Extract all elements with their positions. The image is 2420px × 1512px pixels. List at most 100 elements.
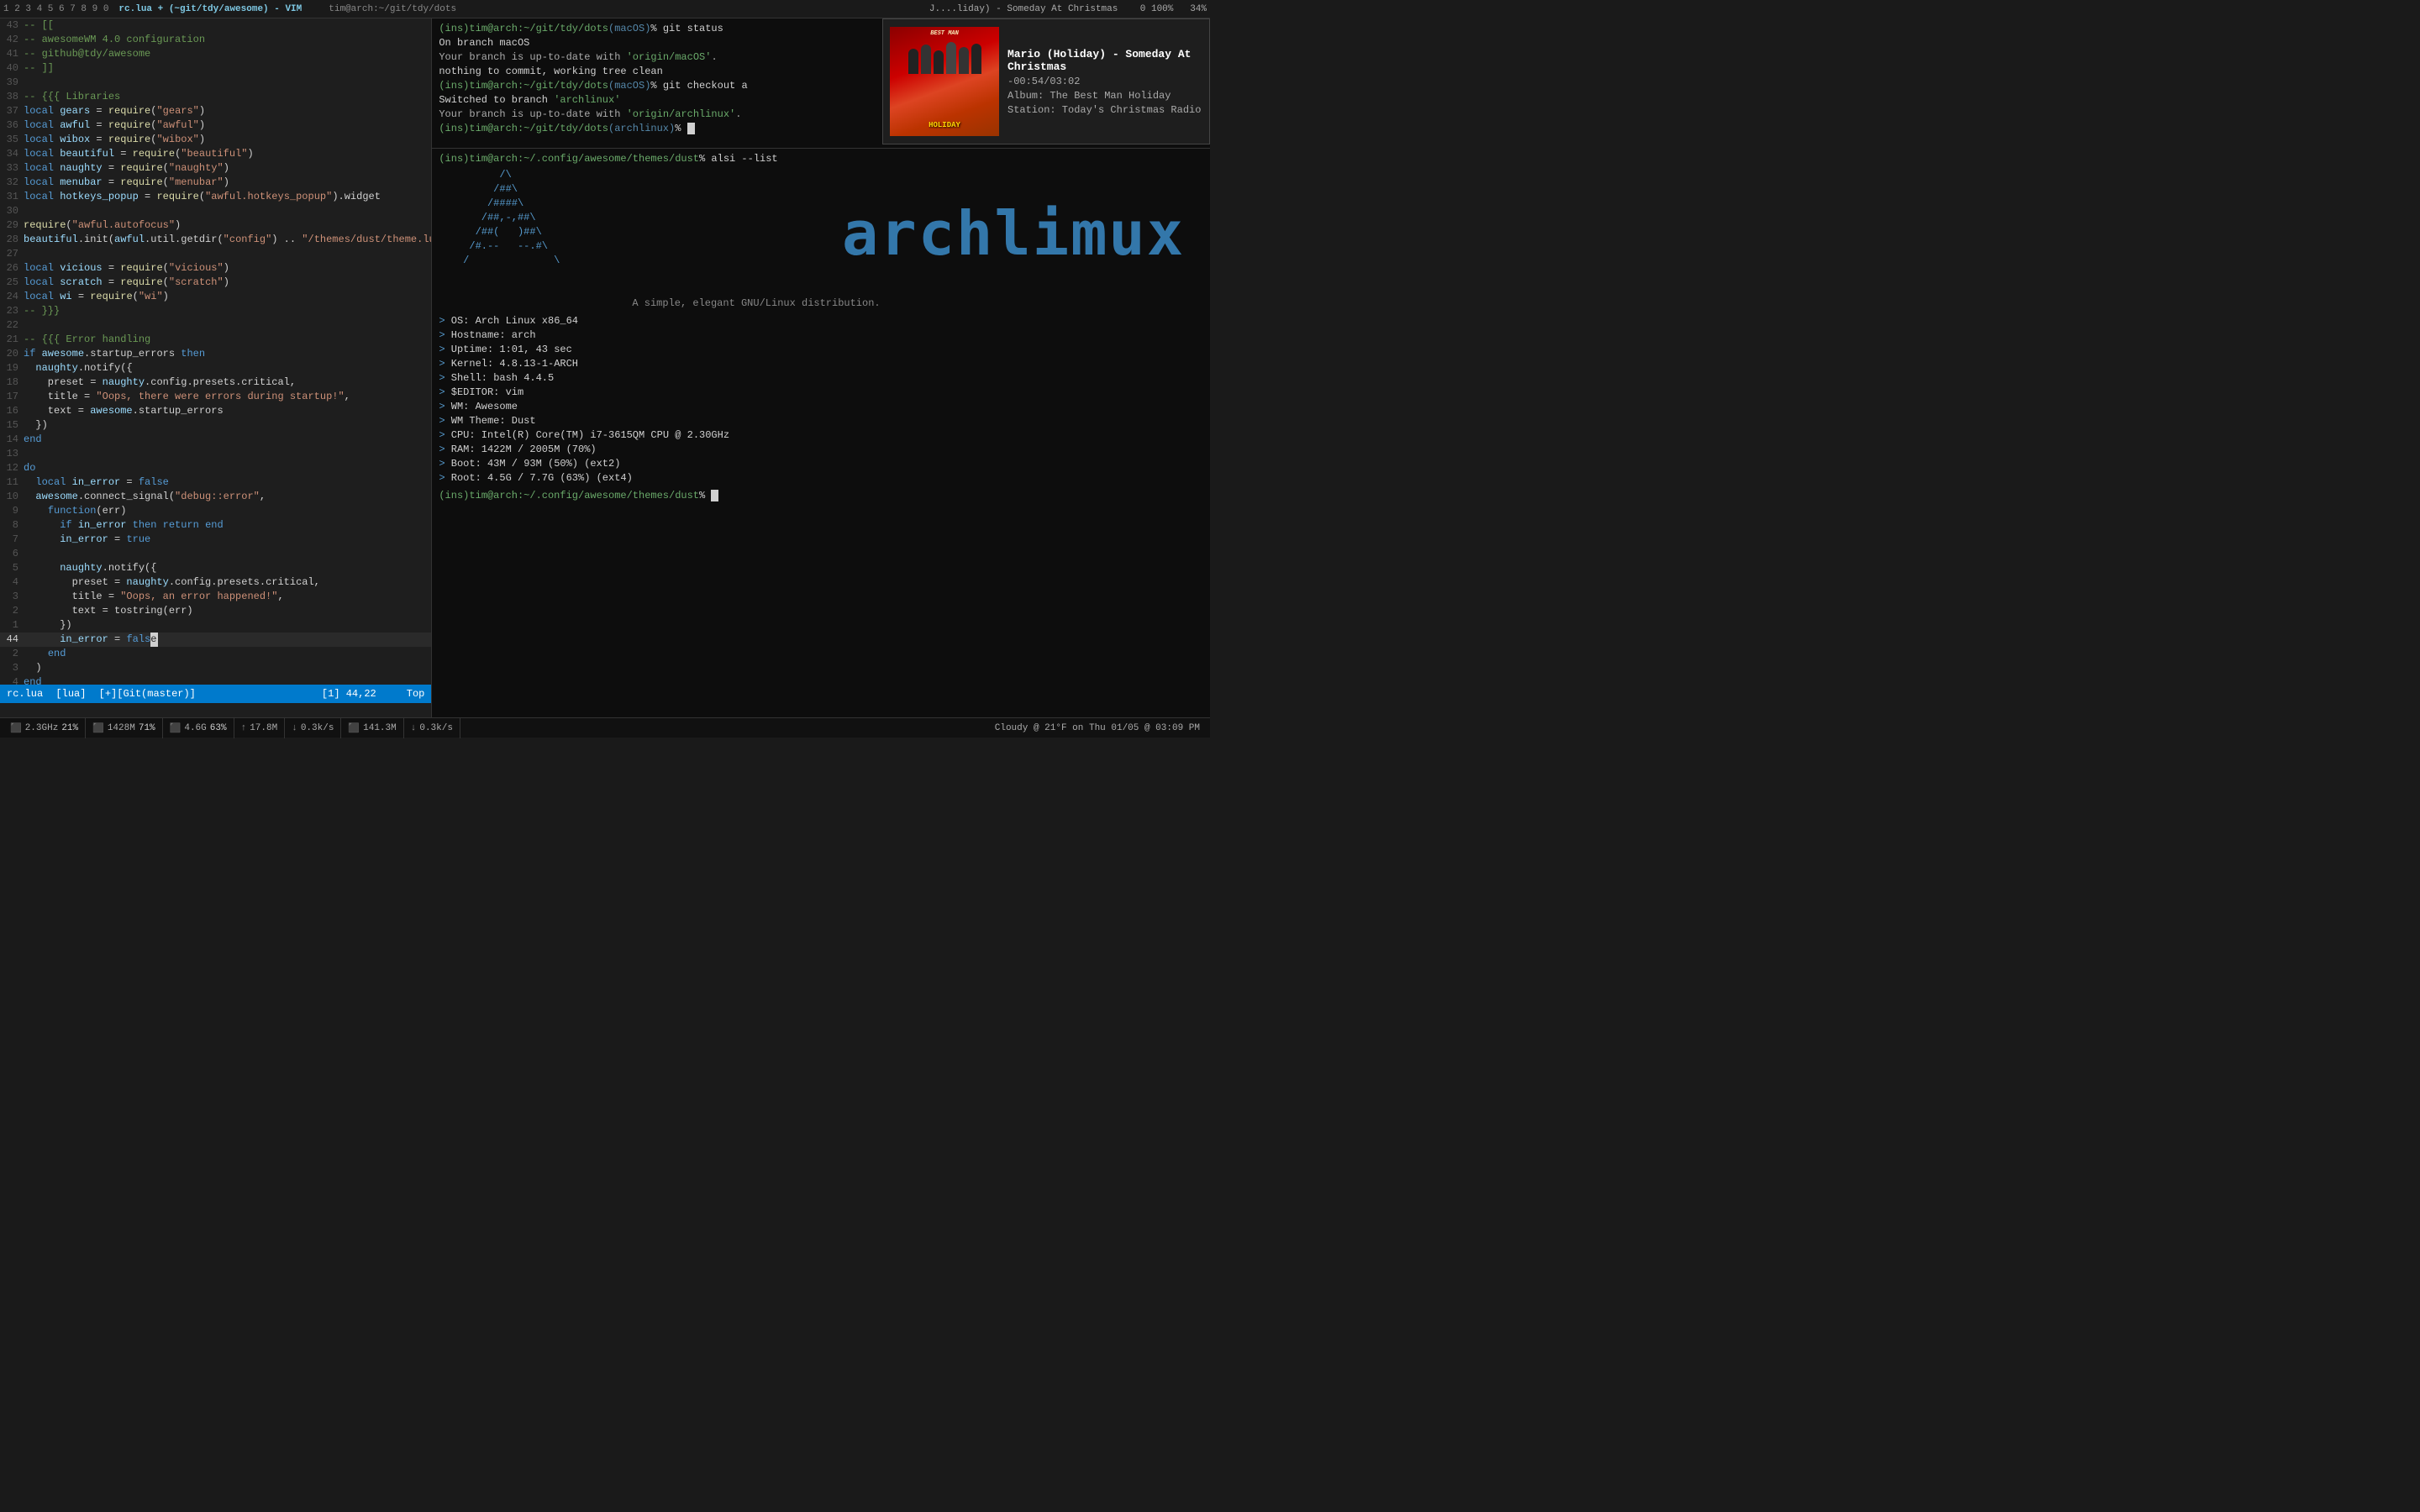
line-content: local naughty = require("naughty"): [24, 161, 431, 176]
sysinfo-line: > RAM: 1422M / 2005M (70%): [439, 443, 1203, 457]
taskbar-net-up: ↑ 17.8M: [234, 718, 286, 738]
line-content: local awful = require("awful"): [24, 118, 431, 133]
line-num: 21: [0, 333, 24, 347]
line-content: if in_error then return end: [24, 518, 431, 533]
line-num: 42: [0, 33, 24, 47]
line-num: 43: [0, 18, 24, 33]
line-content: end: [24, 433, 431, 447]
line-content: local in_error = false: [24, 475, 431, 490]
statusbar-filetype: [lua]: [55, 688, 86, 700]
line-num: 36: [0, 118, 24, 133]
line-content: [24, 247, 431, 261]
taskbar-disk: ⬛ 4.6G 63%: [163, 718, 234, 738]
line-num: 10: [0, 490, 24, 504]
line-content: preset = naughty.config.presets.critical…: [24, 375, 431, 390]
vim-code-area: 43-- [[ 42-- awesomeWM 4.0 configuration…: [0, 18, 431, 685]
svg-text:archlimux: archlimux: [842, 198, 1185, 269]
line-content: naughty.notify({: [24, 361, 431, 375]
line-num: 11: [0, 475, 24, 490]
taskbar-net-down: ↓ 0.3k/s: [285, 718, 341, 738]
line-num: 26: [0, 261, 24, 276]
music-station: Station: Today's Christmas Radio: [1007, 104, 1202, 116]
tag-numbers[interactable]: 1 2 3 4 5 6 7 8 9 0: [3, 4, 108, 14]
topbar-right: J....liday) - Someday At Christmas 0 100…: [929, 4, 1207, 14]
arch-logo-svg: archlimux: [842, 192, 1203, 276]
arch-logo-text: archlimux A simple, elegant GNU/Linux di…: [623, 168, 1203, 309]
sysinfo-line: > Uptime: 1:01, 43 sec: [439, 343, 1203, 357]
line-num: 16: [0, 404, 24, 418]
vim-title: rc.lua + (~git/tdy/awesome) - VIM: [118, 4, 302, 14]
taskbar-cpu: ⬛ 2.3GHz 21%: [3, 718, 86, 738]
line-content: ): [24, 661, 431, 675]
line-num: 9: [0, 504, 24, 518]
line-content: local beautiful = require("beautiful"): [24, 147, 431, 161]
line-num: 8: [0, 518, 24, 533]
line-content: [24, 447, 431, 461]
final-prompt: (ins)tim@arch:~/.config/awesome/themes/d…: [439, 489, 1203, 503]
terminal-lower[interactable]: (ins)tim@arch:~/.config/awesome/themes/d…: [432, 149, 1210, 717]
line-content: [24, 547, 431, 561]
line-content: naughty.notify({: [24, 561, 431, 575]
sysinfo-line: > WM Theme: Dust: [439, 414, 1203, 428]
line-num: 30: [0, 204, 24, 218]
sysinfo-line: > OS: Arch Linux x86_64: [439, 314, 1203, 328]
mem2-icon: ⬛: [348, 722, 360, 734]
line-num: 32: [0, 176, 24, 190]
line-content: [24, 318, 431, 333]
line-content: title = "Oops, there were errors during …: [24, 390, 431, 404]
line-num: 33: [0, 161, 24, 176]
disk-icon: ⬛: [170, 722, 182, 734]
line-num: 7: [0, 533, 24, 547]
sysinfo-line: > $EDITOR: vim: [439, 386, 1203, 400]
user-host: tim@arch:~/git/tdy/dots: [329, 4, 456, 14]
terminal-upper[interactable]: (ins)tim@arch:~/git/tdy/dots(macOS)% git…: [432, 18, 1210, 149]
statusbar-position: [1] 44,22: [322, 688, 376, 700]
topbar: 1 2 3 4 5 6 7 8 9 0 rc.lua + (~git/tdy/a…: [0, 0, 1210, 18]
battery-indicator: 34%: [1190, 4, 1207, 14]
statusbar-right: [1] 44,22 Top: [322, 688, 424, 700]
line-num: 28: [0, 233, 24, 247]
sysinfo-line: > WM: Awesome: [439, 400, 1203, 414]
line-content: }): [24, 418, 431, 433]
line-num-current: 44: [0, 633, 24, 647]
line-num: 3: [0, 661, 24, 675]
line-num: 37: [0, 104, 24, 118]
sysinfo-line: > Shell: bash 4.4.5: [439, 371, 1203, 386]
vim-editor[interactable]: 43-- [[ 42-- awesomeWM 4.0 configuration…: [0, 18, 432, 717]
line-content: beautiful.init(awful.util.getdir("config…: [24, 233, 431, 247]
line-num: 29: [0, 218, 24, 233]
line-content: in_error = true: [24, 533, 431, 547]
album-art: BEST MAN HOLIDAY: [890, 27, 999, 136]
line-content: -- {{{ Error handling: [24, 333, 431, 347]
line-content: -- {{{ Libraries: [24, 90, 431, 104]
line-num: 35: [0, 133, 24, 147]
arch-tagline: A simple, elegant GNU/Linux distribution…: [632, 297, 1203, 309]
music-title-top: J....liday) - Someday At Christmas: [929, 4, 1118, 14]
net-down-icon: ↓: [292, 723, 297, 733]
right-terminal-pane: (ins)tim@arch:~/git/tdy/dots(macOS)% git…: [432, 18, 1210, 717]
album-title-art: HOLIDAY: [890, 121, 999, 129]
statusbar-filename: rc.lua: [7, 688, 43, 700]
statusbar-scroll: Top: [407, 688, 425, 700]
line-num: 24: [0, 290, 24, 304]
mem2-used: 141.3M: [363, 723, 397, 733]
line-content: [24, 76, 431, 90]
line-num: 2: [0, 604, 24, 618]
line-content-current: in_error = false: [24, 633, 431, 647]
net-up-val: 17.8M: [250, 723, 277, 733]
line-num: 25: [0, 276, 24, 290]
line-content: local vicious = require("vicious"): [24, 261, 431, 276]
line-content: -- }}}: [24, 304, 431, 318]
disk-percent: 63%: [210, 723, 227, 733]
volume-indicator: 0 100%: [1140, 4, 1174, 14]
line-num: 41: [0, 47, 24, 61]
line-num: 15: [0, 418, 24, 433]
line-num: 12: [0, 461, 24, 475]
line-content: awesome.connect_signal("debug::error",: [24, 490, 431, 504]
line-content: require("awful.autofocus"): [24, 218, 431, 233]
sysinfo-line: > Root: 4.5G / 7.7G (63%) (ext4): [439, 471, 1203, 486]
line-content: end: [24, 675, 431, 685]
line-num: 40: [0, 61, 24, 76]
sysinfo-line: > Boot: 43M / 93M (50%) (ext2): [439, 457, 1203, 471]
line-content: end: [24, 647, 431, 661]
